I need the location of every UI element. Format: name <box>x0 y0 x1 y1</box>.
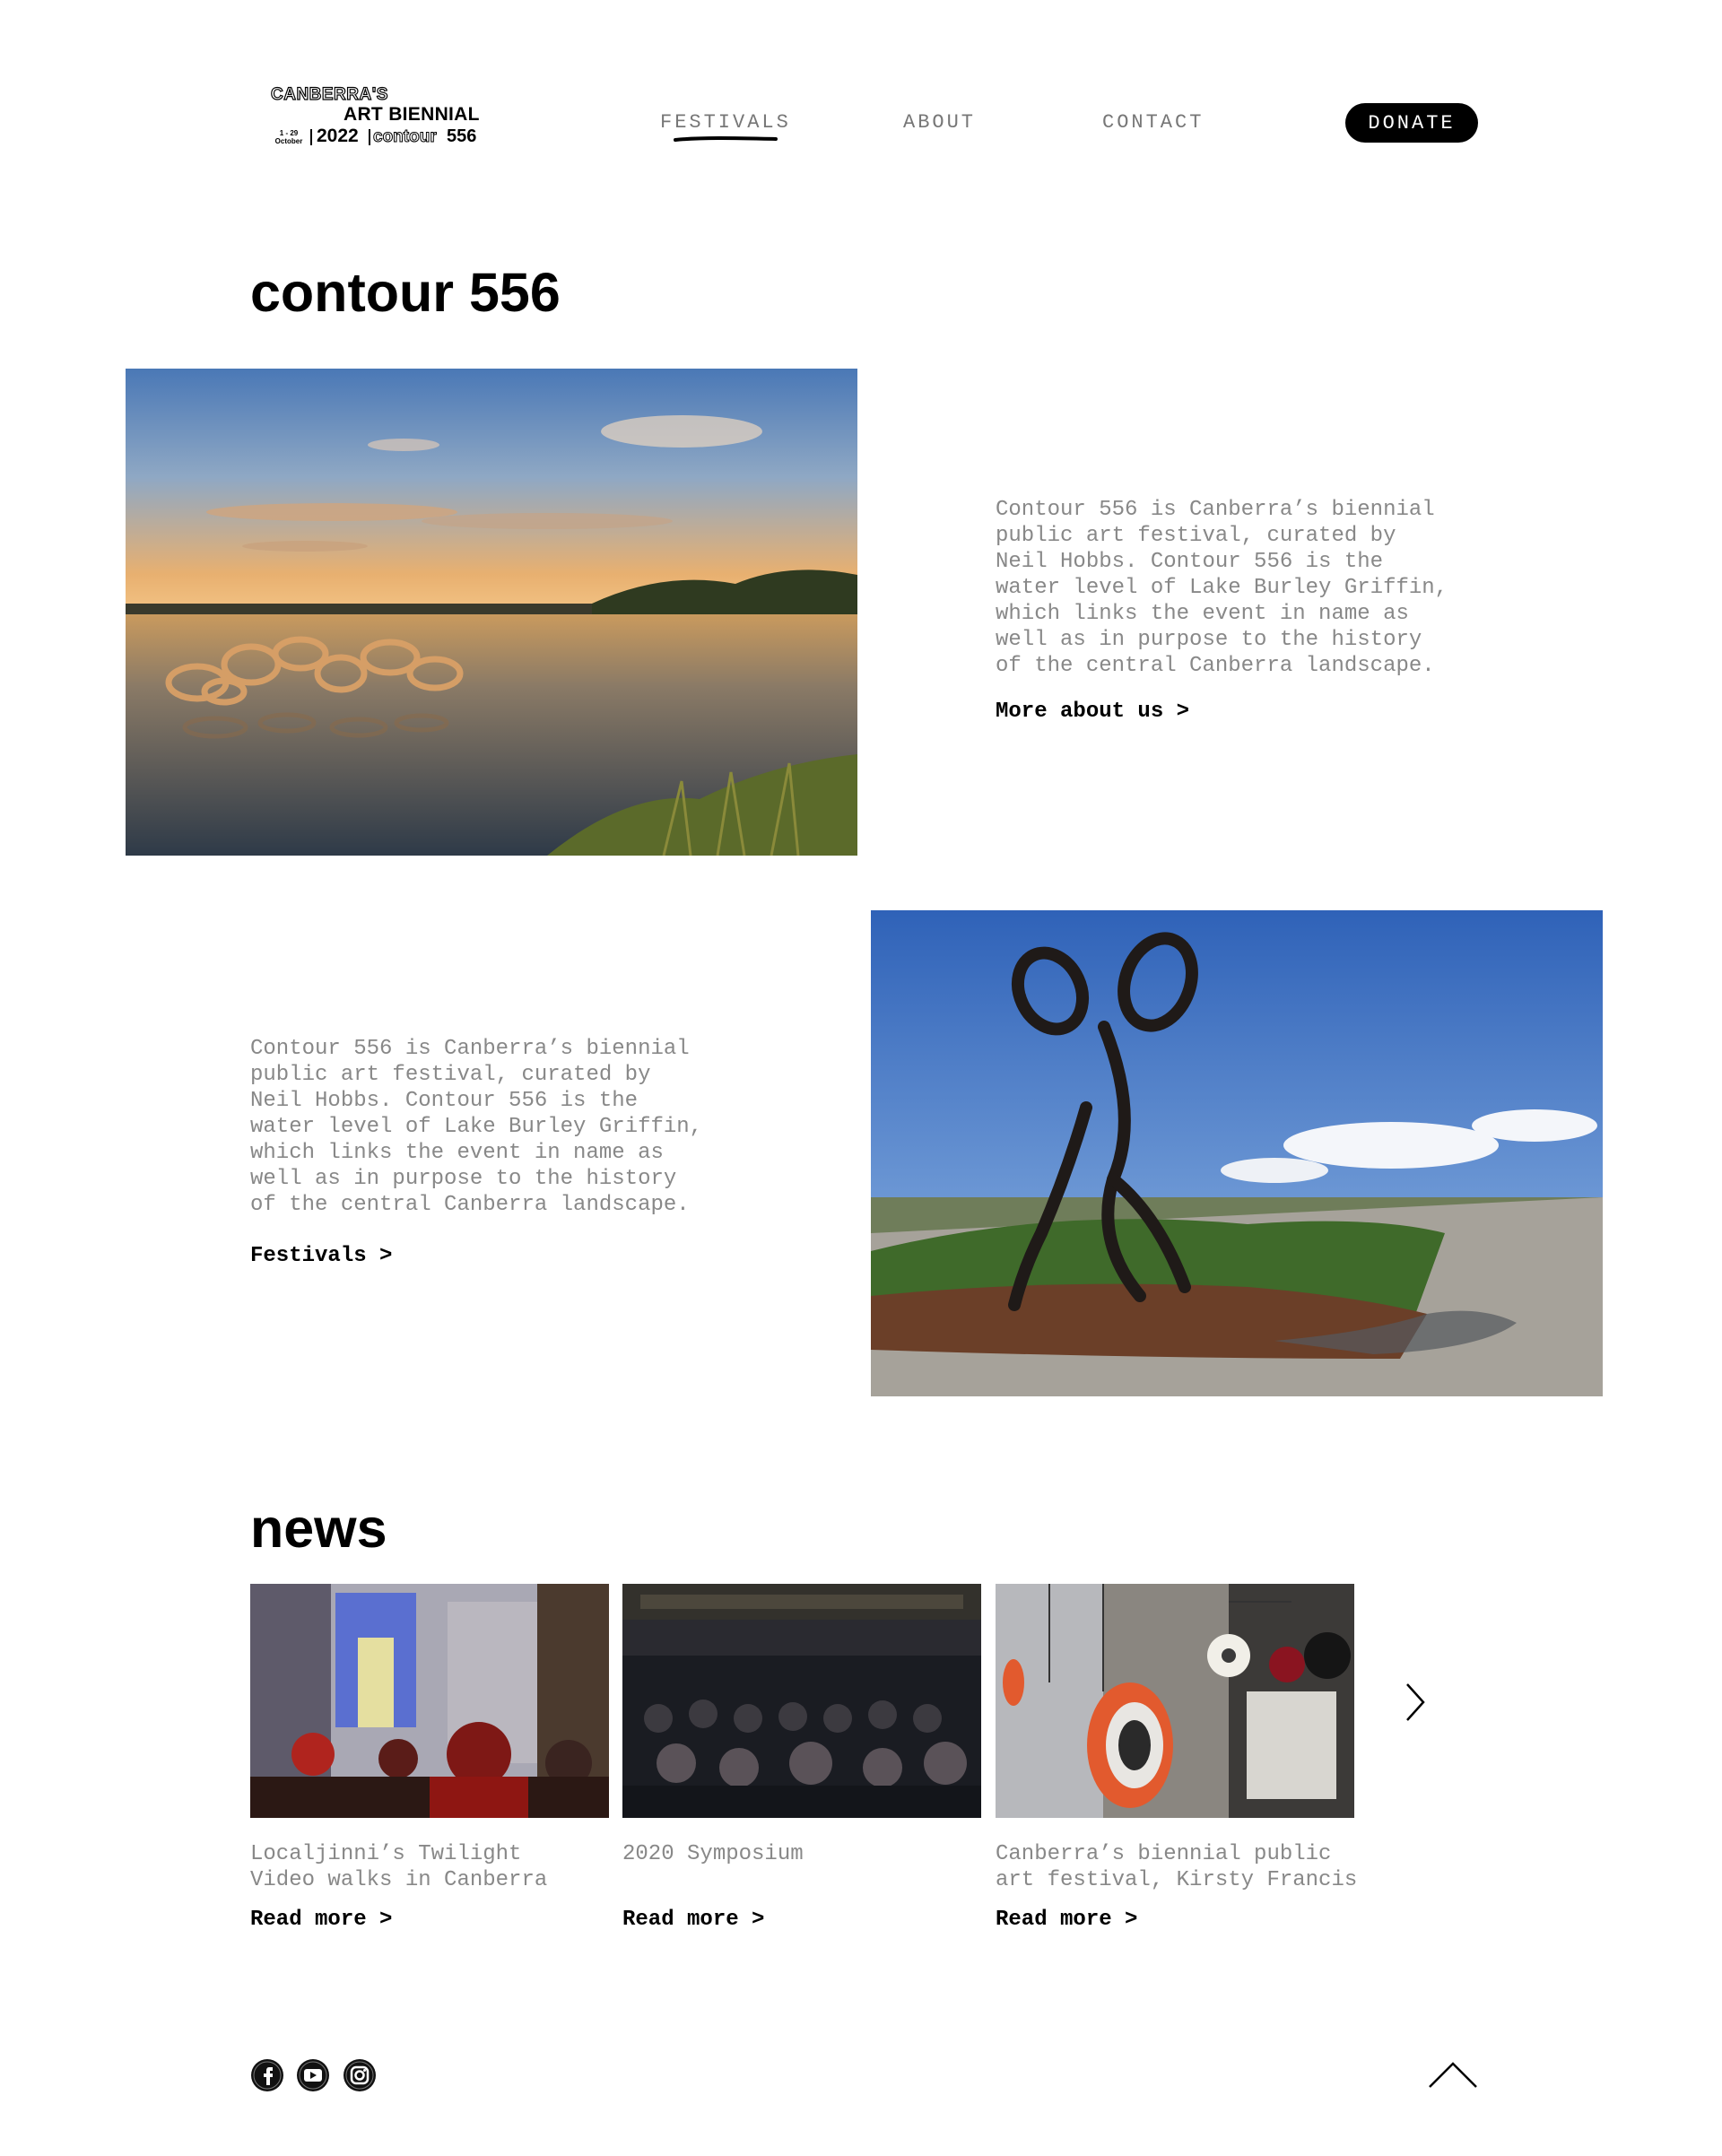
chevron-right-icon[interactable] <box>1405 1682 1426 1723</box>
news-caption: Localjinni’s Twilight Video walks in Can… <box>250 1842 548 1892</box>
intro-paragraph: Contour 556 is Canberra’s biennial publi… <box>996 498 1448 678</box>
logo-art-biennial: ART BIENNIAL <box>344 104 480 125</box>
site-logo[interactable]: CANBERRA'S ART BIENNIAL 1 - 29 October 2… <box>270 85 483 151</box>
news-image-kirsty-francis[interactable] <box>996 1584 1354 1818</box>
festivals-paragraph: Contour 556 is Canberra’s biennial publi… <box>250 1037 703 1217</box>
more-about-us-link[interactable]: More about us > <box>996 700 1189 724</box>
donate-button[interactable]: DONATE <box>1345 103 1478 143</box>
logo-number: 556 <box>447 126 477 146</box>
logo-dates-month: October <box>274 137 303 145</box>
news-caption: Canberra’s biennial public art festival,… <box>996 1842 1358 1892</box>
read-more-link[interactable]: Read more > <box>622 1908 764 1932</box>
instagram-icon[interactable] <box>343 2058 377 2092</box>
news-image-symposium[interactable] <box>622 1584 981 1818</box>
logo-dates-days: 1 - 29 <box>279 129 299 137</box>
sculpture-photo <box>871 910 1603 1396</box>
festivals-link[interactable]: Festivals > <box>250 1244 392 1268</box>
page-title: contour 556 <box>250 262 561 323</box>
nav-festivals[interactable]: FESTIVALS <box>660 111 791 134</box>
read-more-link[interactable]: Read more > <box>250 1908 392 1932</box>
nav-contact[interactable]: CONTACT <box>1102 111 1204 134</box>
read-more-link[interactable]: Read more > <box>996 1908 1137 1932</box>
logo-canberras: CANBERRA'S <box>270 85 388 104</box>
logo-contour: contour <box>373 127 438 147</box>
youtube-icon[interactable] <box>296 2058 330 2092</box>
chevron-up-icon[interactable] <box>1428 2060 1478 2089</box>
logo-year: 2022 <box>317 126 359 146</box>
logo-divider <box>369 129 370 145</box>
news-image-twilight[interactable] <box>250 1584 609 1818</box>
logo-divider <box>310 129 312 145</box>
nav-about[interactable]: ABOUT <box>903 111 976 134</box>
news-caption: 2020 Symposium <box>622 1842 804 1866</box>
logo-dates: 1 - 29 October <box>273 129 305 145</box>
news-heading: news <box>250 1498 387 1559</box>
facebook-icon[interactable] <box>250 2058 284 2092</box>
nav-active-underline <box>674 136 778 142</box>
lake-sunset-photo <box>126 369 857 856</box>
